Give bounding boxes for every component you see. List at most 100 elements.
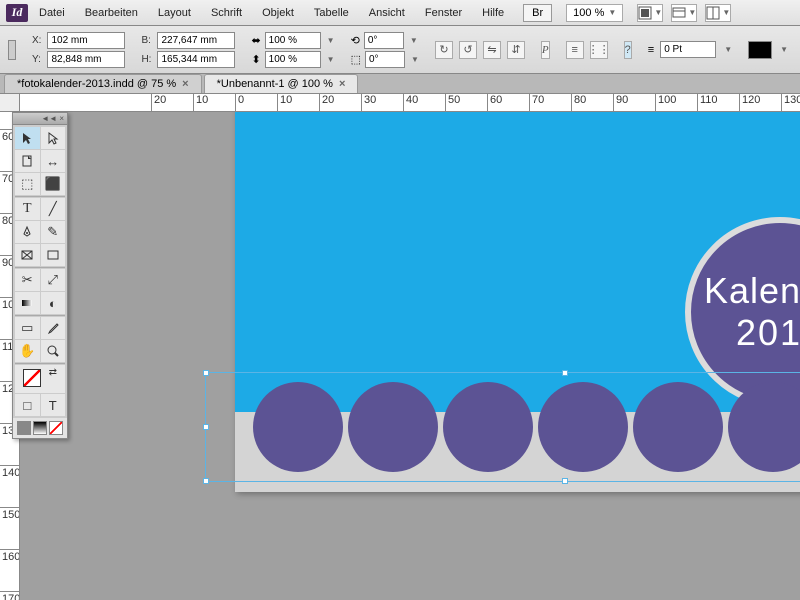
zoom-value: 100 % xyxy=(573,7,604,19)
eyedropper-tool-icon[interactable] xyxy=(41,317,66,339)
panel-grip[interactable]: ◄◄ × xyxy=(13,113,67,125)
view-options-icon[interactable]: ▼ xyxy=(637,4,663,22)
h-label: H: xyxy=(141,54,151,65)
formatting-text-icon[interactable]: T xyxy=(41,394,66,416)
align-icon[interactable]: ≡ xyxy=(566,41,584,59)
selection-handle[interactable] xyxy=(203,478,209,484)
shear-icon: ⬚ xyxy=(351,53,361,66)
zoom-display[interactable]: 100 % ▼ xyxy=(566,4,623,22)
menu-datei[interactable]: Datei xyxy=(30,3,74,23)
stroke-weight-icon: ≡ xyxy=(648,44,654,56)
distribute-icon[interactable]: ⋮⋮ xyxy=(590,41,608,59)
help-icon[interactable]: ? xyxy=(624,41,632,59)
menu-objekt[interactable]: Objekt xyxy=(253,3,303,23)
free-transform-tool-icon[interactable]: ⤢ xyxy=(41,269,66,291)
canvas-area[interactable]: Kalender 2013 xyxy=(20,112,800,600)
gradient-swatch-tool-icon[interactable] xyxy=(15,292,40,314)
reference-point[interactable] xyxy=(8,40,16,60)
menu-ansicht[interactable]: Ansicht xyxy=(360,3,414,23)
tab-label: *fotokalender-2013.indd @ 75 % xyxy=(17,78,176,90)
apply-color-icon[interactable] xyxy=(17,421,31,435)
stroke-controls: ≡ ▼ xyxy=(648,41,732,58)
flip-v-icon[interactable]: ⇵ xyxy=(507,41,525,59)
stroke-weight-input[interactable] xyxy=(660,41,716,58)
bridge-button[interactable]: Br xyxy=(523,4,552,22)
scissors-tool-icon[interactable]: ✂ xyxy=(15,269,40,291)
screen-mode-icon[interactable]: ▼ xyxy=(671,4,697,22)
page-tool-icon[interactable] xyxy=(15,150,40,172)
size-group: B: H: xyxy=(141,32,235,68)
selection-handle[interactable] xyxy=(562,370,568,376)
h-input[interactable] xyxy=(157,51,235,68)
rotate-group: ⟲▼ ⬚▼ xyxy=(351,32,419,68)
note-tool-icon[interactable]: ▭ xyxy=(15,317,40,339)
gradient-feather-tool-icon[interactable]: ◐ xyxy=(41,292,66,314)
w-input[interactable] xyxy=(157,32,235,49)
pen-tool-icon[interactable] xyxy=(15,221,40,243)
close-icon[interactable]: × xyxy=(182,78,188,90)
menu-bearbeiten[interactable]: Bearbeiten xyxy=(76,3,147,23)
rotate-ccw-icon[interactable]: ↺ xyxy=(459,41,477,59)
scale-x-icon: ⬌ xyxy=(251,34,260,47)
w-label: B: xyxy=(141,35,151,46)
arrange-icon[interactable]: ▼ xyxy=(705,4,731,22)
selection-frame[interactable] xyxy=(205,372,800,482)
scale-y-icon: ⬍ xyxy=(251,53,260,66)
rotate-cw-icon[interactable]: ↻ xyxy=(435,41,453,59)
y-label: Y: xyxy=(32,54,41,65)
rectangle-tool-icon[interactable] xyxy=(41,244,66,266)
flip-h-icon[interactable]: ⇋ xyxy=(483,41,501,59)
selection-tool-icon[interactable] xyxy=(15,127,40,149)
zoom-tool-icon[interactable] xyxy=(41,340,66,362)
paragraph-icon[interactable]: P xyxy=(541,41,550,59)
pencil-tool-icon[interactable]: ✎ xyxy=(41,221,66,243)
stroke-style-swatch[interactable] xyxy=(748,41,772,59)
direct-selection-tool-icon[interactable] xyxy=(41,127,66,149)
tool-panel: ◄◄ × ↔ ⬚ ⬛ T ╱ ✎ ✂ ⤢ ◐ ▭ ✋ xyxy=(12,112,68,439)
rotate-input[interactable] xyxy=(364,32,404,49)
content-placer-icon[interactable]: ⬛ xyxy=(41,173,66,195)
content-collector-icon[interactable]: ⬚ xyxy=(15,173,40,195)
menu-layout[interactable]: Layout xyxy=(149,3,200,23)
document-tabs: *fotokalender-2013.indd @ 75 % × *Unbenan… xyxy=(0,74,800,94)
gap-tool-icon[interactable]: ↔ xyxy=(41,150,66,172)
x-input[interactable] xyxy=(47,32,125,49)
menu-fenster[interactable]: Fenster xyxy=(416,3,471,23)
menu-hilfe[interactable]: Hilfe xyxy=(473,3,513,23)
app-logo[interactable]: Id xyxy=(6,4,28,22)
tab-label: *Unbenannt-1 @ 100 % xyxy=(217,78,333,90)
distribute-icons: ≡ ⋮⋮ xyxy=(566,41,608,59)
y-input[interactable] xyxy=(47,51,125,68)
apply-gradient-icon[interactable] xyxy=(33,421,47,435)
scale-x-input[interactable] xyxy=(265,32,321,49)
rotate-icon: ⟲ xyxy=(351,34,360,47)
menu-tabelle[interactable]: Tabelle xyxy=(305,3,358,23)
transform-icons: ↻ ↺ ⇋ ⇵ xyxy=(435,41,525,59)
close-icon[interactable]: × xyxy=(339,78,345,90)
formatting-container-icon[interactable]: □ xyxy=(15,394,40,416)
horizontal-ruler[interactable]: 2010010203040506070809010011012013014015… xyxy=(20,94,800,112)
fill-stroke-default-icon[interactable]: ⇄ xyxy=(15,365,65,393)
tab-fotokalender[interactable]: *fotokalender-2013.indd @ 75 % × xyxy=(4,74,202,93)
scale-y-input[interactable] xyxy=(265,51,321,68)
menubar: Id Datei Bearbeiten Layout Schrift Objek… xyxy=(0,0,800,26)
menu-schrift[interactable]: Schrift xyxy=(202,3,251,23)
title-line2: 2013 xyxy=(736,312,800,354)
title-line1: Kalender xyxy=(704,270,800,312)
apply-none-icon[interactable] xyxy=(49,421,63,435)
control-bar: X: Y: B: H: ⬌▼ ⬍▼ ⟲▼ ⬚▼ ↻ ↺ ⇋ ⇵ P ≡ ⋮⋮ ?… xyxy=(0,26,800,74)
page: Kalender 2013 xyxy=(235,112,800,492)
shear-input[interactable] xyxy=(365,51,405,68)
chevron-down-icon: ▼ xyxy=(608,8,616,17)
rectangle-frame-tool-icon[interactable] xyxy=(15,244,40,266)
selection-handle[interactable] xyxy=(203,424,209,430)
view-mode-icons: ▼ ▼ ▼ xyxy=(637,4,731,22)
type-tool-icon[interactable]: T xyxy=(15,198,40,220)
ruler-origin[interactable] xyxy=(0,94,20,112)
line-tool-icon[interactable]: ╱ xyxy=(41,198,66,220)
hand-tool-icon[interactable]: ✋ xyxy=(15,340,40,362)
tab-unbenannt[interactable]: *Unbenannt-1 @ 100 % × xyxy=(204,74,359,93)
workspace: 2010010203040506070809010011012013014015… xyxy=(0,94,800,600)
selection-handle[interactable] xyxy=(203,370,209,376)
selection-handle[interactable] xyxy=(562,478,568,484)
